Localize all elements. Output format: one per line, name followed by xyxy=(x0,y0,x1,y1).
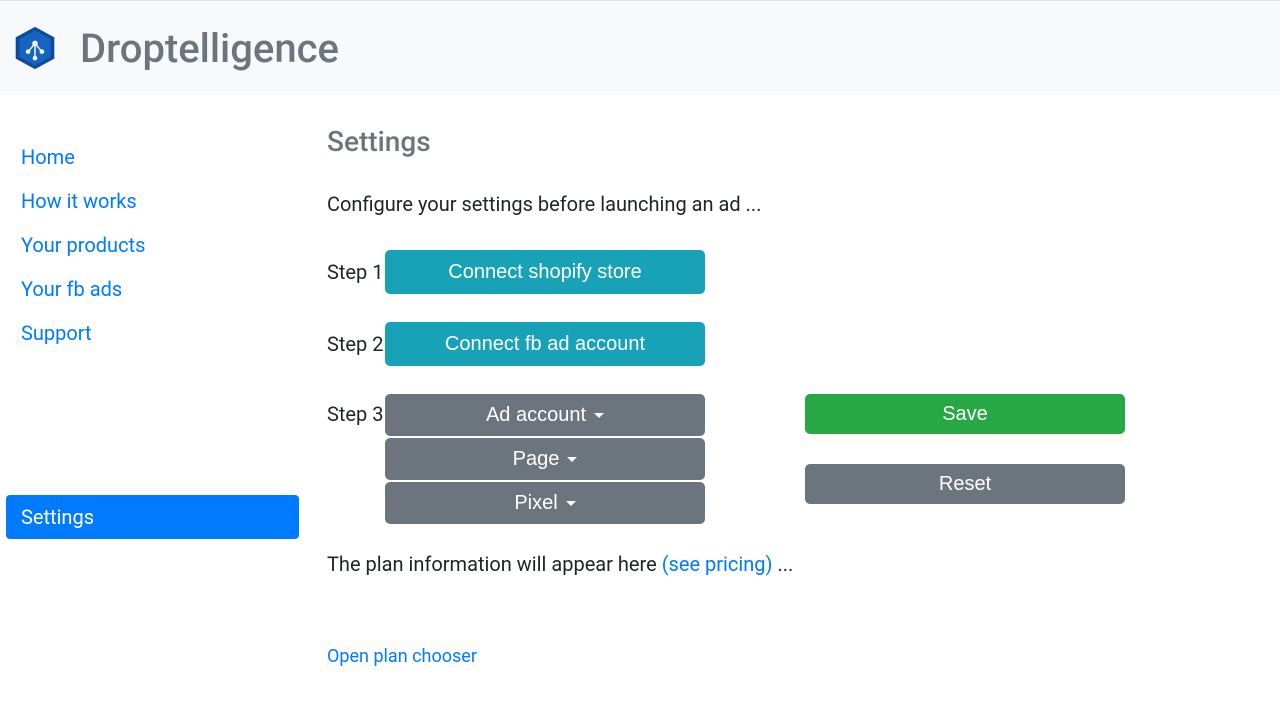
step2-label: Step 2 xyxy=(327,332,385,356)
plan-info-line: The plan information will appear here (s… xyxy=(327,552,1240,576)
pixel-label: Pixel xyxy=(514,492,557,515)
save-button[interactable]: Save xyxy=(805,394,1125,434)
app-header: Droptelligence xyxy=(0,0,1280,95)
nav-home[interactable]: Home xyxy=(6,135,299,179)
page-title: Settings xyxy=(327,125,1240,158)
connect-fb-button[interactable]: Connect fb ad account xyxy=(385,322,705,366)
ad-account-label: Ad account xyxy=(486,404,586,427)
connect-shopify-button[interactable]: Connect shopify store xyxy=(385,250,705,294)
brand-title: Droptelligence xyxy=(80,25,339,72)
nav-how-it-works[interactable]: How it works xyxy=(6,179,299,223)
chevron-down-icon xyxy=(567,457,577,462)
nav-your-products[interactable]: Your products xyxy=(6,223,299,267)
ad-account-dropdown[interactable]: Ad account xyxy=(385,394,705,436)
plan-info-prefix: The plan information will appear here xyxy=(327,552,662,576)
nav-support[interactable]: Support xyxy=(6,311,299,355)
step1-label: Step 1 xyxy=(327,260,385,284)
connect-fb-label: Connect fb ad account xyxy=(445,333,645,356)
nav-your-fb-ads[interactable]: Your fb ads xyxy=(6,267,299,311)
step3-label: Step 3 xyxy=(327,394,385,426)
open-plan-chooser-link[interactable]: Open plan chooser xyxy=(327,646,477,667)
sidebar-nav: Home How it works Your products Your fb … xyxy=(0,95,305,667)
chevron-down-icon xyxy=(594,413,604,418)
main-content: Settings Configure your settings before … xyxy=(305,95,1280,667)
chevron-down-icon xyxy=(566,501,576,506)
connect-shopify-label: Connect shopify store xyxy=(448,261,641,284)
pixel-dropdown[interactable]: Pixel xyxy=(385,482,705,524)
see-pricing-link[interactable]: (see pricing) xyxy=(662,552,773,576)
brand-logo xyxy=(12,25,58,71)
plan-info-suffix: ... xyxy=(772,552,793,576)
logo-hexagon-icon xyxy=(12,25,58,71)
page-label: Page xyxy=(513,448,560,471)
page-subtitle: Configure your settings before launching… xyxy=(327,192,1240,216)
reset-button[interactable]: Reset xyxy=(805,464,1125,504)
nav-settings[interactable]: Settings xyxy=(6,495,299,539)
page-dropdown[interactable]: Page xyxy=(385,438,705,480)
